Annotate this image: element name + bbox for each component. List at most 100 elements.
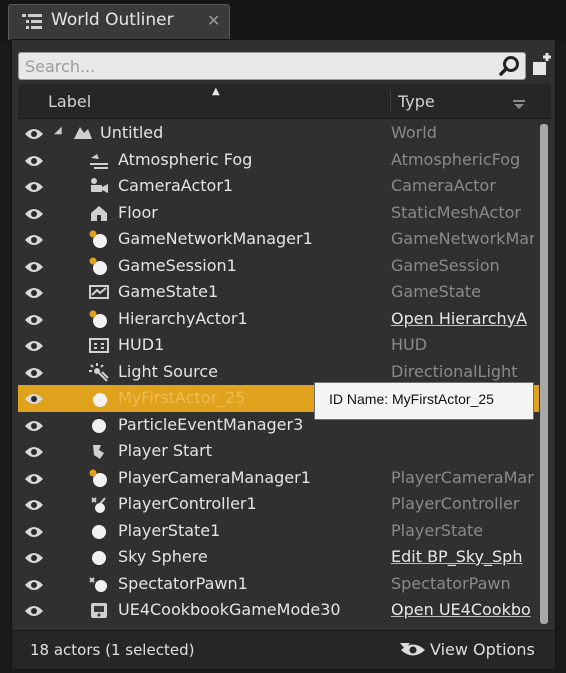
actor-label: MyFirstActor_25 <box>118 388 246 407</box>
actor-type: GameNetworkMar <box>391 229 534 248</box>
visibility-eye-icon[interactable] <box>24 418 44 432</box>
actor-label: Sky Sphere <box>118 547 208 566</box>
visibility-eye-icon[interactable] <box>24 153 44 167</box>
actor-label: Floor <box>118 202 158 222</box>
scrollbar-thumb[interactable] <box>540 124 548 624</box>
actor-sphere-icon <box>89 257 107 275</box>
actor-type: PlayerState <box>391 520 484 540</box>
visibility-eye-icon[interactable] <box>24 444 44 458</box>
actor-label: PlayerCameraManager1 <box>118 467 311 487</box>
visibility-eye-icon[interactable] <box>24 391 44 405</box>
chevron-down-icon <box>400 643 410 649</box>
actor-row[interactable]: HUD1 HUD <box>18 332 539 359</box>
actor-row[interactable]: GameState1 GameState <box>18 279 539 306</box>
actor-label: Player Start <box>118 441 212 460</box>
actor-row[interactable]: PlayerState1 PlayerState <box>18 518 539 545</box>
static-mesh-icon <box>91 205 107 221</box>
search-icon[interactable] <box>499 55 521 77</box>
actor-type-link[interactable]: Open HierarchyA <box>391 309 534 328</box>
column-menu-icon[interactable] <box>513 100 525 110</box>
actor-row[interactable]: PlayerController1 PlayerController <box>18 491 539 518</box>
visibility-eye-icon[interactable] <box>24 603 44 617</box>
actor-label: HUD1 <box>118 335 165 354</box>
visibility-eye-icon[interactable] <box>24 312 44 326</box>
actor-label: CameraActor1 <box>118 176 234 195</box>
controller-icon <box>91 497 106 513</box>
actor-row[interactable]: HierarchyActor1 Open HierarchyA <box>18 306 539 333</box>
actor-row[interactable]: CameraActor1 CameraActor <box>18 173 539 200</box>
visibility-eye-icon[interactable] <box>24 338 44 352</box>
actor-type: World <box>391 123 437 142</box>
actor-type-link[interactable]: Edit BP_Sky_Sph <box>391 547 534 566</box>
column-divider[interactable] <box>390 90 391 112</box>
actor-type: CameraActor <box>391 176 496 195</box>
player-start-icon <box>93 445 104 459</box>
actor-label: Untitled <box>100 123 164 142</box>
actor-label: SpectatorPawn1 <box>118 573 248 593</box>
visibility-eye-icon[interactable] <box>24 206 44 220</box>
actor-label: PlayerController1 <box>118 494 257 513</box>
actor-count: 18 actors (1 selected) <box>30 641 195 659</box>
world-outliner-panel: Label ▲ Type ◢ Untitled World Atmospheric F… <box>11 39 556 669</box>
visibility-eye-icon[interactable] <box>24 259 44 273</box>
add-actor-icon[interactable] <box>530 52 554 78</box>
visibility-eye-icon[interactable] <box>24 365 44 379</box>
sphere-icon <box>92 551 106 565</box>
view-options-label: View Options <box>430 640 535 659</box>
actor-sphere-icon <box>89 469 107 487</box>
visibility-eye-icon[interactable] <box>24 285 44 299</box>
tab-title: World Outliner <box>51 10 174 30</box>
actor-row[interactable]: GameNetworkManager1 GameNetworkMar <box>18 226 539 253</box>
actor-sphere-icon <box>89 230 107 248</box>
actor-row[interactable]: Floor StaticMeshActor <box>18 200 539 227</box>
visibility-eye-icon[interactable] <box>24 179 44 193</box>
actor-type: PlayerController <box>391 494 520 513</box>
search-input[interactable] <box>25 55 465 77</box>
world-outliner-tab[interactable]: World Outliner ✕ <box>8 4 230 40</box>
actor-row[interactable]: Atmospheric Fog AtmosphericFog <box>18 147 539 174</box>
actor-sphere-icon <box>89 389 107 407</box>
actor-type: DirectionalLight <box>391 361 518 381</box>
actor-row[interactable]: UE4CookbookGameMode30 Open UE4Cookbo <box>18 597 539 624</box>
visibility-eye-icon[interactable] <box>24 550 44 564</box>
close-icon[interactable]: ✕ <box>207 11 220 30</box>
actor-list: ◢ Untitled World Atmospheric Fog Atmospheric… <box>18 120 539 624</box>
fog-icon <box>90 153 108 169</box>
actor-label: PlayerState1 <box>118 520 221 540</box>
hud-icon <box>89 338 109 353</box>
visibility-eye-icon[interactable] <box>24 126 44 140</box>
actor-row[interactable]: GameSession1 GameSession <box>18 253 539 280</box>
type-column-header[interactable]: Type <box>398 92 435 111</box>
actor-type-link[interactable]: Open UE4Cookbo <box>391 600 534 619</box>
actor-row[interactable]: PlayerCameraManager1 PlayerCameraMar <box>18 465 539 492</box>
search-box <box>18 52 526 80</box>
label-column-header[interactable]: Label <box>48 92 91 111</box>
footer-bar: 18 actors (1 selected) View Options <box>12 630 555 669</box>
actor-label: HierarchyActor1 <box>118 308 248 328</box>
visibility-eye-icon[interactable] <box>24 232 44 246</box>
id-name-tooltip: ID Name: MyFirstActor_25 <box>314 382 534 420</box>
gamestate-icon <box>89 285 109 299</box>
outliner-list-icon <box>22 14 42 29</box>
camera-icon <box>91 178 108 193</box>
sort-ascending-icon: ▲ <box>212 86 220 97</box>
visibility-eye-icon[interactable] <box>24 524 44 538</box>
actor-row[interactable]: SpectatorPawn1 SpectatorPawn <box>18 571 539 598</box>
pawn-icon <box>89 576 107 592</box>
actor-label: GameSession1 <box>118 255 237 275</box>
sphere-icon <box>92 418 106 433</box>
sphere-icon <box>92 524 106 539</box>
visibility-eye-icon[interactable] <box>24 577 44 591</box>
actor-row[interactable]: Sky Sphere Edit BP_Sky_Sph <box>18 544 539 571</box>
expand-arrow-icon[interactable]: ◢ <box>54 125 62 136</box>
visibility-eye-icon[interactable] <box>24 497 44 511</box>
actor-row[interactable]: Player Start <box>18 438 539 465</box>
actor-label: ParticleEventManager3 <box>118 414 304 434</box>
actor-type: StaticMeshActor <box>391 202 521 222</box>
visibility-eye-icon[interactable] <box>24 471 44 485</box>
actor-row[interactable]: ◢ Untitled World <box>18 120 539 147</box>
actor-label: UE4CookbookGameMode30 <box>118 600 341 619</box>
view-options-button[interactable]: View Options <box>400 639 550 661</box>
actor-label: GameState1 <box>118 282 219 301</box>
actor-type: SpectatorPawn <box>391 573 511 593</box>
